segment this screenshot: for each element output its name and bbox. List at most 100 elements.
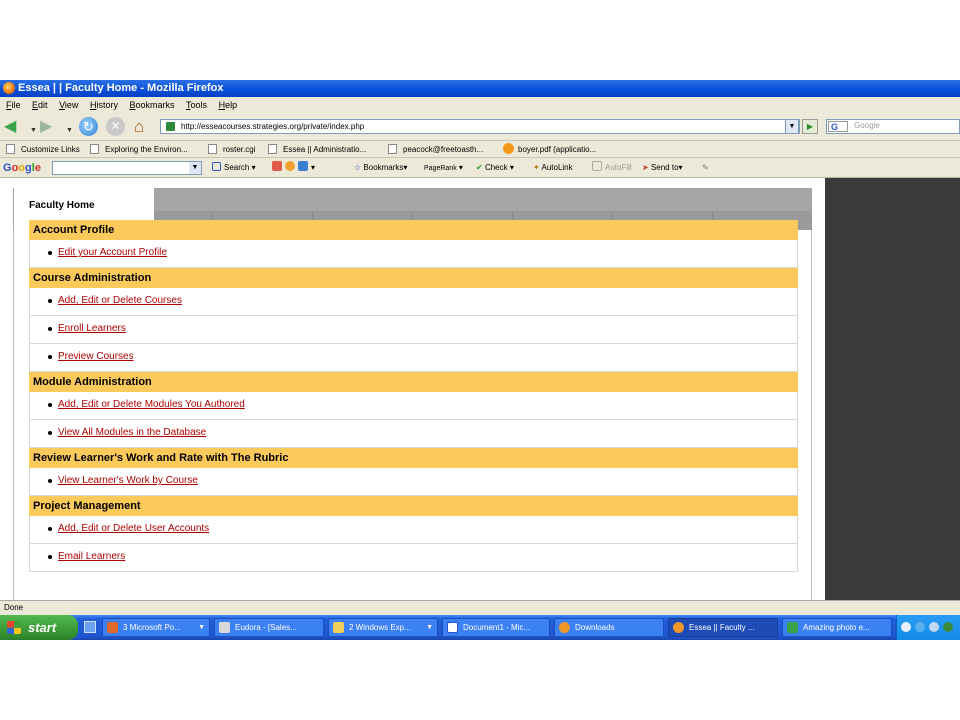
forward-dropdown-icon[interactable]: ▼ (66, 122, 73, 140)
forward-arrow-icon[interactable]: ▶ (40, 118, 52, 136)
windows-flag-icon (7, 621, 21, 634)
page-icon (268, 144, 277, 154)
taskbar-item-amazing-photo[interactable]: Amazing photo e... (782, 618, 892, 637)
pencil-icon[interactable]: ✎ (702, 158, 709, 178)
menu-help[interactable]: Help (219, 97, 238, 113)
google-search-button[interactable]: Search ▾ (212, 158, 256, 178)
tray-app-icon[interactable] (929, 622, 939, 632)
link-preview-courses[interactable]: Preview Courses (58, 351, 134, 362)
send-arrow-icon: ➤ (642, 163, 649, 172)
address-dropdown-icon[interactable]: ▼ (785, 119, 799, 134)
autofill-icon (592, 161, 602, 171)
search-box[interactable]: G Google (826, 119, 960, 134)
tray-arrow-icon[interactable] (901, 622, 911, 632)
firefox-icon (673, 622, 684, 633)
navigation-toolbar: ◀ ▼ ▶ ▼ ↻ ✕ ⌂ http://esseacourses.strate… (0, 113, 960, 141)
link-manage-user-accounts[interactable]: Add, Edit or Delete User Accounts (58, 523, 209, 534)
taskbar-item-eudora[interactable]: Eudora - [Sales... (214, 618, 324, 637)
menu-history[interactable]: History (90, 97, 118, 113)
send-to-button[interactable]: ➤ Send to▾ (642, 158, 683, 178)
taskbar-item-powerpoint[interactable]: 3 Microsoft Po... ▼ (102, 618, 210, 637)
google-logo[interactable]: Google (3, 158, 41, 178)
google-bookmarks-button[interactable]: ☆ Bookmarks▾ (354, 158, 407, 178)
taskbar-item-downloads[interactable]: Downloads (554, 618, 664, 637)
site-favicon-icon (166, 122, 175, 131)
menu-edit[interactable]: Edit (32, 97, 48, 113)
back-dropdown-icon[interactable]: ▼ (30, 122, 37, 140)
bookmark-exploring[interactable]: Exploring the Environ... (90, 141, 188, 158)
go-button[interactable]: ▶ (802, 119, 818, 134)
page-icon (6, 144, 15, 154)
network-icon[interactable] (915, 622, 925, 632)
link-manage-modules[interactable]: Add, Edit or Delete Modules You Authored (58, 399, 245, 410)
system-tray (896, 615, 960, 640)
search-engine-icon[interactable]: G (828, 121, 848, 132)
bookmark-roster[interactable]: roster.cgi (208, 141, 255, 158)
link-manage-courses[interactable]: Add, Edit or Delete Courses (58, 295, 182, 306)
google-toolbar: Google ▼ Search ▾ ▾ ☆ Bookmarks▾ PageRan… (0, 158, 960, 178)
section-account-profile: Account Profile (29, 220, 798, 240)
list-item: Edit your Account Profile (29, 240, 798, 268)
window-title: Essea | | Faculty Home - Mozilla Firefox (18, 82, 224, 94)
link-view-learners-work[interactable]: View Learner's Work by Course (58, 475, 198, 486)
google-toolbar-search-input[interactable]: ▼ (52, 161, 202, 175)
link-view-all-modules[interactable]: View All Modules in the Database (58, 427, 206, 438)
back-arrow-icon[interactable]: ◀ (4, 118, 16, 136)
menu-tools[interactable]: Tools (186, 97, 207, 113)
page-icon (208, 144, 217, 154)
list-item: Add, Edit or Delete User Accounts (29, 516, 798, 544)
link-enroll-learners[interactable]: Enroll Learners (58, 323, 126, 334)
list-item: Add, Edit or Delete Courses (29, 288, 798, 316)
eudora-icon (219, 622, 230, 633)
window-titlebar[interactable]: Essea | | Faculty Home - Mozilla Firefox (0, 80, 960, 97)
bookmark-customize-links[interactable]: Customize Links (6, 141, 80, 158)
powerpoint-icon (107, 622, 118, 633)
reload-icon[interactable]: ↻ (79, 117, 98, 136)
star-icon: ☆ (354, 163, 362, 172)
autofill-button[interactable]: AutoFill (592, 158, 632, 178)
autolink-button[interactable]: ✦ AutoLink (533, 158, 573, 178)
link-email-learners[interactable]: Email Learners (58, 551, 125, 562)
page-icon (90, 144, 99, 154)
home-icon[interactable]: ⌂ (134, 118, 144, 136)
menu-bookmarks[interactable]: Bookmarks (129, 97, 174, 113)
pagerank-indicator[interactable]: PageRank ▾ (424, 158, 463, 179)
list-item: Preview Courses (29, 344, 798, 372)
status-bar: Done (0, 600, 960, 615)
bookmark-essea-admin[interactable]: Essea || Administratio... (268, 141, 366, 158)
taskbar-item-essea-faculty[interactable]: Essea || Faculty ... (668, 618, 778, 637)
taskbar-item-document1[interactable]: Document1 - Mic... (442, 618, 550, 637)
address-bar[interactable]: http://esseacourses.strategies.org/priva… (160, 119, 800, 134)
quick-launch-icon[interactable] (84, 621, 96, 633)
list-item: Enroll Learners (29, 316, 798, 344)
pdf-icon (503, 143, 514, 154)
link-edit-account-profile[interactable]: Edit your Account Profile (58, 247, 167, 258)
check-button[interactable]: ✔ Check ▾ (476, 158, 514, 178)
list-item: View Learner's Work by Course (29, 468, 798, 496)
menu-file[interactable]: File (6, 97, 21, 113)
bookmark-peacock[interactable]: peacock@freetoasth... (388, 141, 483, 158)
news-icon (298, 161, 308, 171)
search-placeholder: Google (854, 121, 880, 130)
chevron-down-icon[interactable]: ▼ (189, 162, 201, 174)
word-icon (447, 622, 458, 633)
popup-blocker-icon (272, 161, 282, 171)
taskbar-item-windows-explorer[interactable]: 2 Windows Exp... ▼ (328, 618, 438, 637)
windows-taskbar: start 3 Microsoft Po... ▼ Eudora - [Sales… (0, 615, 960, 640)
bookmark-boyer-pdf[interactable]: boyer.pdf (applicatio... (503, 141, 596, 158)
spellcheck-icon (285, 161, 295, 171)
status-text: Done (4, 603, 24, 612)
list-item: View All Modules in the Database (29, 420, 798, 448)
security-icon[interactable] (943, 622, 953, 632)
stop-icon[interactable]: ✕ (106, 117, 125, 136)
desktop-screen: Essea | | Faculty Home - Mozilla Firefox… (0, 80, 960, 640)
toolbar-tools-icons[interactable]: ▾ (272, 158, 315, 178)
menu-view[interactable]: View (59, 97, 78, 113)
section-course-administration: Course Administration (29, 268, 798, 288)
section-module-administration: Module Administration (29, 372, 798, 392)
firefox-icon (559, 622, 570, 633)
start-button[interactable]: start (0, 615, 78, 640)
page-icon (388, 144, 397, 154)
page-viewport: Faculty Home Account Profile Edit your A… (0, 178, 825, 600)
wand-icon: ✦ (533, 163, 540, 172)
